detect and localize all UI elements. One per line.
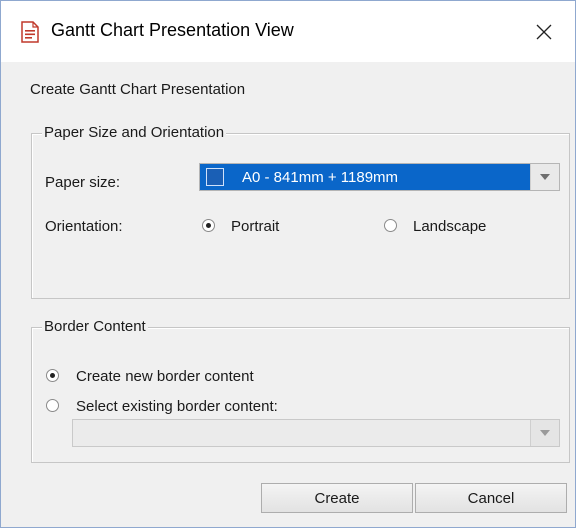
close-button[interactable] [513,1,575,62]
cancel-button[interactable]: Cancel [415,483,567,513]
document-icon [21,21,39,43]
paper-size-orientation-group: Paper Size and Orientation Paper size: A… [31,124,570,299]
paper-size-dropdown[interactable]: A0 - 841mm + 1189mm [199,163,560,191]
select-existing-border-label[interactable]: Select existing border content: [76,398,278,415]
existing-border-dropdown[interactable] [72,419,560,447]
paper-group-legend: Paper Size and Orientation [42,124,227,142]
dialog-heading: Create Gantt Chart Presentation [30,81,246,98]
chevron-down-icon [540,174,550,180]
create-new-border-radio[interactable] [46,369,59,382]
portrait-label[interactable]: Portrait [231,218,279,235]
close-icon [536,24,552,39]
portrait-radio[interactable] [202,219,215,232]
landscape-label[interactable]: Landscape [413,218,486,235]
existing-border-dropdown-arrow[interactable] [530,420,559,446]
paper-icon [206,168,224,186]
window-title: Gantt Chart Presentation View [51,20,294,40]
create-button[interactable]: Create [261,483,413,513]
paper-size-label: Paper size: [45,174,121,191]
create-new-border-label[interactable]: Create new border content [76,368,254,385]
dropdown-arrow[interactable] [530,164,559,190]
border-content-group: Border Content Create new border content… [31,318,570,463]
select-existing-border-radio[interactable] [46,399,59,412]
orientation-label: Orientation: [45,218,123,235]
paper-size-selected: A0 - 841mm + 1189mm [200,164,531,190]
chevron-down-icon [540,430,550,436]
dialog-window: Gantt Chart Presentation View Create Gan… [0,0,576,528]
title-bar: Gantt Chart Presentation View [1,1,575,62]
landscape-radio[interactable] [384,219,397,232]
paper-size-value: A0 - 841mm + 1189mm [242,168,399,186]
border-group-legend: Border Content [42,318,148,336]
